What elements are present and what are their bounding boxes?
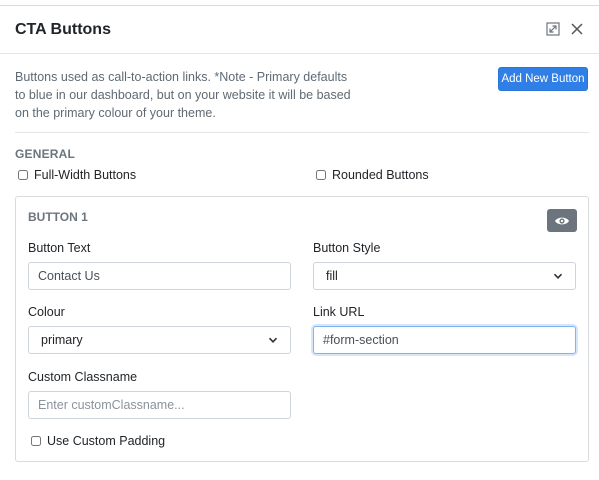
chevron-down-icon (268, 337, 278, 343)
link-url-input[interactable]: #form-section (313, 326, 576, 354)
close-button[interactable] (568, 20, 586, 38)
button-style-select[interactable]: fill (313, 262, 576, 290)
rounded-buttons-option[interactable]: Rounded Buttons (316, 168, 429, 182)
custom-classname-label: Custom Classname (28, 370, 138, 384)
modal-title: CTA Buttons (15, 21, 111, 38)
eye-icon (555, 217, 569, 224)
full-width-buttons-checkbox[interactable] (18, 170, 28, 180)
button-text-input[interactable]: Contact Us (28, 262, 291, 290)
preview-button[interactable] (547, 209, 577, 232)
button-1-card: BUTTON 1 Button Text Contact Us Button S… (15, 196, 589, 462)
modal-header: CTA Buttons (0, 6, 599, 54)
add-new-button[interactable]: Add New Button (498, 67, 588, 91)
custom-classname-input[interactable]: Enter customClassname... (28, 391, 291, 419)
button-text-label: Button Text (28, 241, 91, 255)
colour-select[interactable]: primary (28, 326, 291, 354)
colour-value: primary (41, 333, 83, 347)
cta-buttons-modal: CTA Buttons Buttons used as call-to-acti… (0, 6, 599, 480)
rounded-buttons-label: Rounded Buttons (332, 168, 429, 182)
expand-button[interactable] (544, 20, 562, 38)
intro-description: Buttons used as call-to-action links. *N… (15, 70, 351, 120)
rounded-buttons-checkbox[interactable] (316, 170, 326, 180)
colour-label: Colour (28, 305, 65, 319)
button-style-label: Button Style (313, 241, 381, 255)
use-custom-padding-checkbox[interactable] (31, 436, 41, 446)
expand-icon (546, 22, 560, 36)
button-style-value: fill (326, 269, 338, 283)
button-1-title: BUTTON 1 (28, 210, 88, 224)
link-url-label: Link URL (313, 305, 365, 319)
divider (15, 132, 589, 133)
use-custom-padding-label: Use Custom Padding (47, 434, 166, 448)
chevron-down-icon (553, 273, 563, 279)
close-icon (571, 23, 583, 35)
use-custom-padding-option[interactable]: Use Custom Padding (31, 434, 165, 448)
general-section-title: GENERAL (15, 147, 76, 161)
full-width-buttons-label: Full-Width Buttons (34, 168, 137, 182)
full-width-buttons-option[interactable]: Full-Width Buttons (18, 168, 136, 182)
